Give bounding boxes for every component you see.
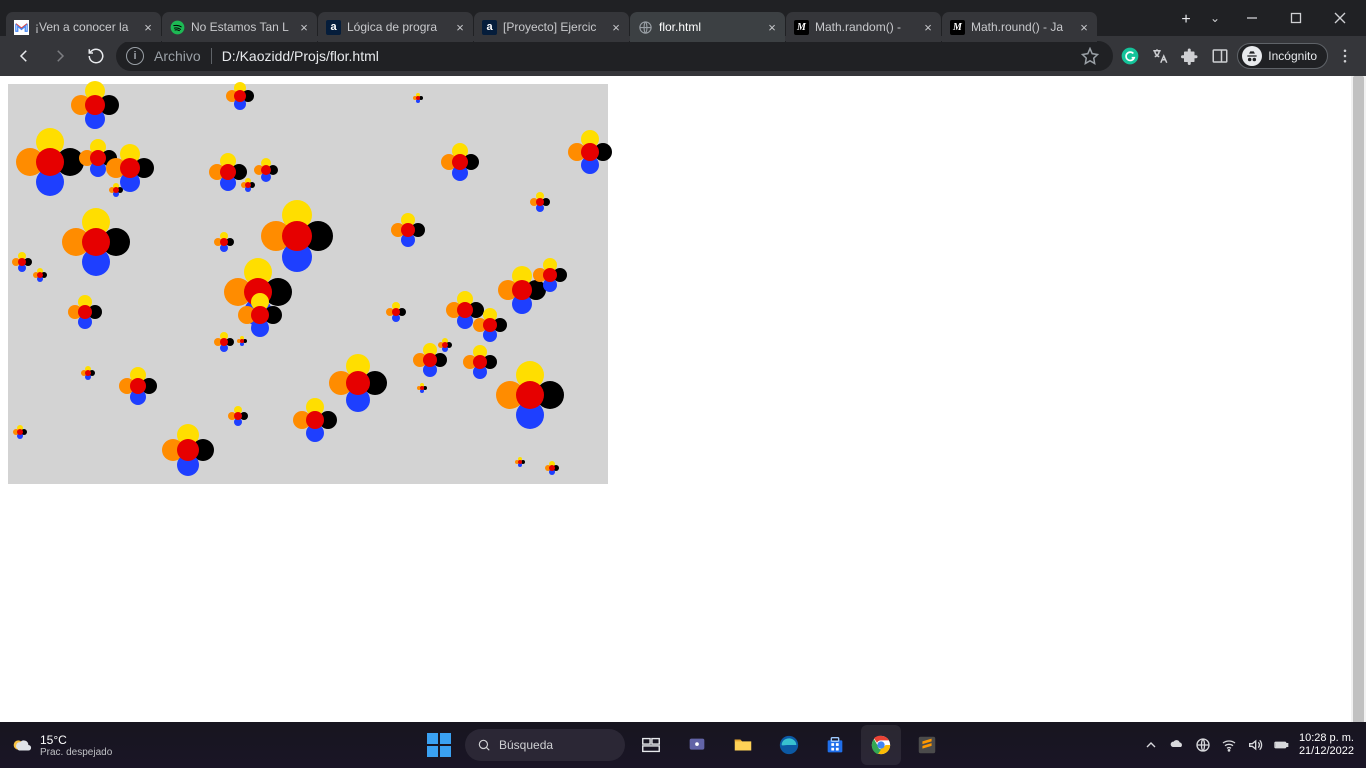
browser-tab[interactable]: ¡Ven a conocer la × bbox=[6, 12, 161, 42]
tab-favicon-icon bbox=[14, 20, 29, 35]
search-icon bbox=[477, 738, 491, 752]
url-path: D:/Kaozidd/Projs/flor.html bbox=[222, 48, 379, 64]
browser-tab[interactable]: No Estamos Tan L × bbox=[162, 12, 317, 42]
chrome-button[interactable] bbox=[861, 725, 901, 765]
edge-icon bbox=[778, 734, 800, 756]
tab-favicon-icon: M bbox=[950, 20, 965, 35]
back-button[interactable] bbox=[8, 40, 40, 72]
tab-label: Lógica de progra bbox=[347, 20, 447, 34]
weather-widget[interactable]: 15°C Prac. despejado bbox=[0, 733, 112, 758]
window-controls bbox=[1230, 0, 1366, 36]
volume-icon[interactable] bbox=[1247, 737, 1263, 753]
onedrive-icon[interactable] bbox=[1169, 737, 1185, 753]
weather-icon bbox=[10, 734, 32, 756]
incognito-badge[interactable]: Incógnito bbox=[1237, 43, 1328, 69]
weather-temp: 15°C bbox=[40, 733, 112, 747]
task-view-icon bbox=[640, 734, 662, 756]
tab-favicon-icon: a bbox=[482, 20, 497, 35]
bookmark-star-icon[interactable] bbox=[1077, 43, 1103, 69]
file-explorer-button[interactable] bbox=[723, 725, 763, 765]
tab-search-chevron-icon[interactable]: ⌄ bbox=[1200, 0, 1230, 36]
address-bar: i Archivo D:/Kaozidd/Projs/flor.html Inc… bbox=[0, 36, 1366, 76]
extensions-icon[interactable] bbox=[1177, 43, 1203, 69]
system-tray: 10:28 p. m. 21/12/2022 bbox=[1143, 732, 1366, 758]
grammarly-icon[interactable] bbox=[1117, 43, 1143, 69]
language-icon[interactable] bbox=[1195, 737, 1211, 753]
tab-label: No Estamos Tan L bbox=[191, 20, 291, 34]
tab-close-icon[interactable]: × bbox=[297, 20, 311, 34]
weather-desc: Prac. despejado bbox=[40, 747, 112, 758]
translate-icon[interactable] bbox=[1147, 43, 1173, 69]
tab-label: ¡Ven a conocer la bbox=[35, 20, 135, 34]
browser-tab[interactable]: a Lógica de progra × bbox=[318, 12, 473, 42]
browser-tab[interactable]: M Math.round() - Ja × bbox=[942, 12, 1097, 42]
flower-canvas bbox=[8, 84, 608, 484]
browser-titlebar: ¡Ven a conocer la × No Estamos Tan L × a Lógi… bbox=[0, 0, 1366, 36]
tab-close-icon[interactable]: × bbox=[453, 20, 467, 34]
sublime-button[interactable] bbox=[907, 725, 947, 765]
taskbar-search[interactable]: Búsqueda bbox=[465, 729, 625, 761]
incognito-label: Incógnito bbox=[1268, 49, 1317, 63]
tab-close-icon[interactable]: × bbox=[141, 20, 155, 34]
battery-icon[interactable] bbox=[1273, 737, 1289, 753]
maximize-button[interactable] bbox=[1274, 0, 1318, 36]
sidepanel-icon[interactable] bbox=[1207, 43, 1233, 69]
close-window-button[interactable] bbox=[1318, 0, 1362, 36]
start-button[interactable] bbox=[419, 725, 459, 765]
tab-favicon-icon: a bbox=[326, 20, 341, 35]
taskbar-clock[interactable]: 10:28 p. m. 21/12/2022 bbox=[1299, 732, 1354, 758]
tab-favicon-icon bbox=[638, 20, 653, 35]
tab-label: flor.html bbox=[659, 20, 759, 34]
tab-close-icon[interactable]: × bbox=[765, 20, 779, 34]
browser-tab[interactable]: a [Proyecto] Ejercic × bbox=[474, 12, 629, 42]
store-icon bbox=[824, 734, 846, 756]
tab-favicon-icon bbox=[170, 20, 185, 35]
clock-time: 10:28 p. m. bbox=[1299, 732, 1354, 745]
file-scheme-label: Archivo bbox=[154, 48, 212, 64]
search-placeholder: Búsqueda bbox=[499, 738, 553, 752]
new-tab-button[interactable]: + bbox=[1172, 6, 1200, 34]
browser-tab[interactable]: flor.html × bbox=[630, 12, 785, 42]
store-button[interactable] bbox=[815, 725, 855, 765]
forward-button[interactable] bbox=[44, 40, 76, 72]
taskbar-center: Búsqueda bbox=[419, 725, 947, 765]
tab-label: [Proyecto] Ejercic bbox=[503, 20, 603, 34]
folder-icon bbox=[732, 734, 754, 756]
tab-close-icon[interactable]: × bbox=[921, 20, 935, 34]
tab-label: Math.random() - bbox=[815, 20, 915, 34]
tab-favicon-icon: M bbox=[794, 20, 809, 35]
tab-strip: ¡Ven a conocer la × No Estamos Tan L × a Lógi… bbox=[0, 0, 1166, 36]
reload-button[interactable] bbox=[80, 40, 112, 72]
kebab-menu-icon[interactable] bbox=[1332, 43, 1358, 69]
chat-button[interactable] bbox=[677, 725, 717, 765]
chat-icon bbox=[686, 734, 708, 756]
omnibox[interactable]: i Archivo D:/Kaozidd/Projs/flor.html bbox=[116, 41, 1113, 71]
incognito-icon bbox=[1242, 46, 1262, 66]
page-viewport bbox=[0, 76, 1366, 722]
tab-label: Math.round() - Ja bbox=[971, 20, 1071, 34]
sublime-icon bbox=[916, 734, 938, 756]
wifi-icon[interactable] bbox=[1221, 737, 1237, 753]
tab-close-icon[interactable]: × bbox=[1077, 20, 1091, 34]
vertical-scrollbar[interactable] bbox=[1351, 76, 1366, 722]
chrome-icon bbox=[870, 734, 892, 756]
windows-logo-icon bbox=[427, 733, 451, 757]
tab-close-icon[interactable]: × bbox=[609, 20, 623, 34]
task-view-button[interactable] bbox=[631, 725, 671, 765]
minimize-button[interactable] bbox=[1230, 0, 1274, 36]
clock-date: 21/12/2022 bbox=[1299, 745, 1354, 758]
site-info-icon[interactable]: i bbox=[126, 47, 144, 65]
edge-button[interactable] bbox=[769, 725, 809, 765]
windows-taskbar: 15°C Prac. despejado Búsqueda bbox=[0, 722, 1366, 768]
browser-tab[interactable]: M Math.random() - × bbox=[786, 12, 941, 42]
tray-overflow-icon[interactable] bbox=[1143, 737, 1159, 753]
